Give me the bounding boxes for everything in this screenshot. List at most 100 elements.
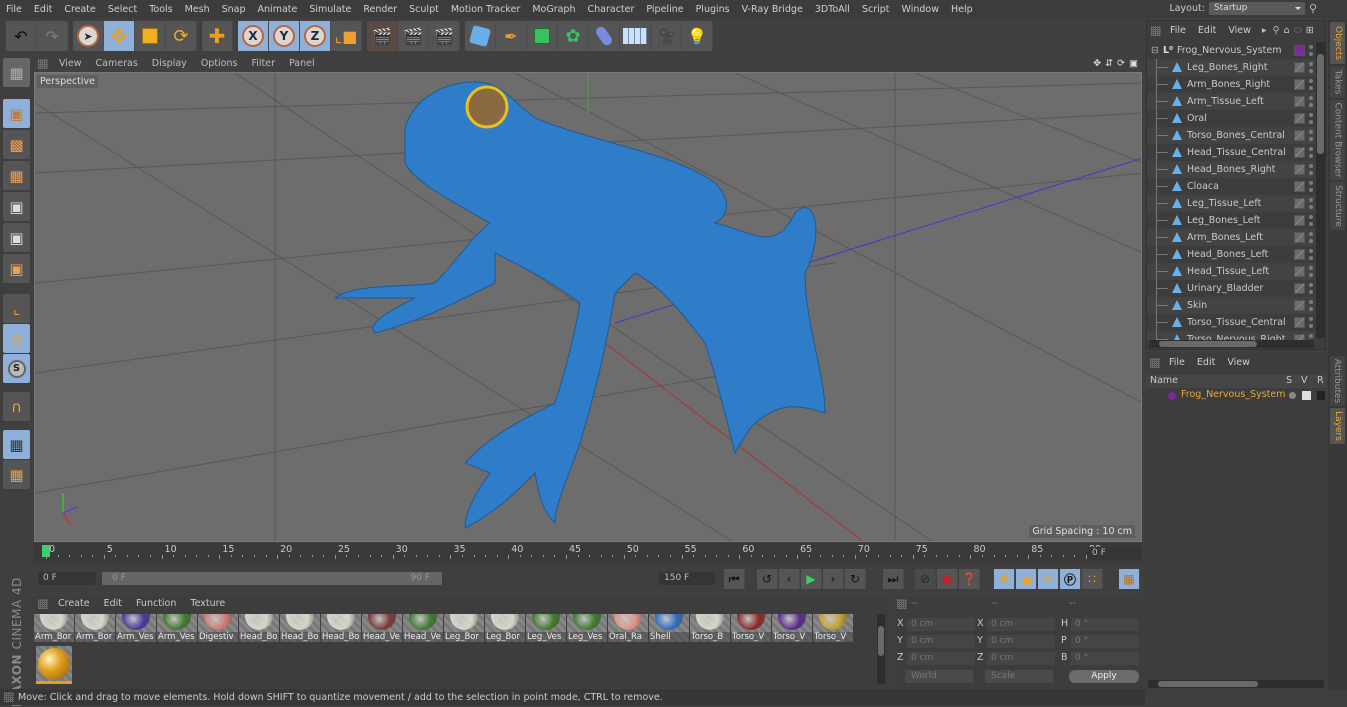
layer-tag-icon[interactable]: [1294, 232, 1305, 243]
menu-file[interactable]: File: [0, 4, 28, 15]
points-mode-button[interactable]: ▣: [3, 192, 30, 221]
menu-script[interactable]: Script: [856, 4, 896, 15]
timeline-ruler[interactable]: 051015202530354045505560657075808590: [34, 543, 1142, 563]
object-row[interactable]: Arm_Tissue_Left: [1147, 93, 1315, 110]
undo-button[interactable]: ↶: [6, 21, 37, 51]
record-scale-button[interactable]: ▣: [1016, 569, 1037, 589]
object-row[interactable]: Leg_Tissue_Left: [1147, 195, 1315, 212]
object-row[interactable]: Torso_Tissue_Central: [1147, 314, 1315, 331]
column-render[interactable]: R: [1317, 375, 1324, 386]
axis-mode-button[interactable]: ⌞: [3, 294, 30, 323]
live-selection-button[interactable]: ➤: [73, 21, 104, 51]
material-swatch[interactable]: Leg_Ves: [526, 614, 566, 642]
editor-visibility-dot[interactable]: [1309, 45, 1313, 49]
layer-tag-icon[interactable]: [1294, 79, 1305, 90]
editor-visibility-dot[interactable]: [1309, 198, 1313, 202]
tab-objects[interactable]: Objects: [1330, 22, 1345, 64]
search-icon[interactable]: ⚲: [1309, 2, 1317, 15]
menu-snap[interactable]: Snap: [216, 4, 252, 15]
layer-menu-view[interactable]: View: [1222, 357, 1257, 368]
solo-button[interactable]: S: [3, 354, 30, 383]
start-frame-field[interactable]: 0 F: [38, 572, 96, 585]
viewport-menu-display[interactable]: Display: [145, 58, 194, 69]
editor-visibility-dot[interactable]: [1309, 96, 1313, 100]
current-frame-field[interactable]: 0 F: [1087, 547, 1142, 560]
material-swatch[interactable]: Head_Bo: [321, 614, 361, 642]
layer-tag-icon[interactable]: [1294, 215, 1305, 226]
subdivision-button[interactable]: [527, 21, 558, 51]
new-panel-icon[interactable]: ⊞: [1306, 25, 1314, 36]
coordinate-field[interactable]: 0 cm: [987, 652, 1055, 665]
layer-tag-icon[interactable]: [1294, 96, 1305, 107]
record-active-objects-button[interactable]: ⊘: [915, 569, 936, 589]
coordinate-field[interactable]: 0 cm: [907, 652, 975, 665]
layer-solo-toggle[interactable]: [1289, 392, 1296, 399]
floor-button[interactable]: [620, 21, 651, 51]
layer-visible-toggle[interactable]: [1302, 391, 1311, 400]
recent-tool-button[interactable]: ✚: [202, 21, 233, 51]
render-visibility-dot[interactable]: [1309, 86, 1313, 90]
object-row[interactable]: Cloaca: [1147, 178, 1315, 195]
coordinate-field[interactable]: 0 cm: [987, 618, 1055, 631]
record-rotation-button[interactable]: ⟳: [1038, 569, 1059, 589]
viewport-menu-view[interactable]: View: [52, 58, 89, 69]
material-swatch[interactable]: Arm_Ves: [116, 614, 156, 642]
layer-tag-icon[interactable]: [1294, 130, 1305, 141]
object-row[interactable]: Leg_Bones_Left: [1147, 212, 1315, 229]
expand-arrow-icon[interactable]: ▸: [1262, 25, 1267, 36]
column-name[interactable]: Name: [1150, 375, 1178, 386]
tab-takes[interactable]: Takes: [1330, 66, 1345, 98]
material-swatch[interactable]: Leg_Ves: [567, 614, 607, 642]
render-visibility-dot[interactable]: [1309, 188, 1313, 192]
layer-tag-icon[interactable]: [1294, 283, 1305, 294]
menu-render[interactable]: Render: [357, 4, 403, 15]
material-swatch[interactable]: Oral_Ra: [608, 614, 648, 642]
object-row[interactable]: Skin: [1147, 297, 1315, 314]
layer-tag-icon[interactable]: [1294, 181, 1305, 192]
cube-button[interactable]: [465, 21, 496, 51]
layer-menu-file[interactable]: File: [1164, 357, 1192, 368]
object-list-vscrollbar[interactable]: [1316, 42, 1325, 338]
editor-visibility-dot[interactable]: [1309, 181, 1313, 185]
workplane-lock-button[interactable]: ▦: [3, 430, 30, 459]
menu-tools[interactable]: Tools: [143, 4, 178, 15]
workplane-align-button[interactable]: ▦: [3, 460, 30, 489]
material-swatch[interactable]: Digestiv: [198, 614, 238, 642]
move-tool-button[interactable]: ✥: [104, 21, 135, 51]
object-menu-file[interactable]: File: [1165, 25, 1193, 36]
editor-visibility-dot[interactable]: [1309, 334, 1313, 338]
z-axis-button[interactable]: Z: [300, 21, 331, 51]
menu-window[interactable]: Window: [896, 4, 945, 15]
coordinate-field[interactable]: 0 °: [1071, 635, 1139, 648]
material-swatch[interactable]: Torso_V: [813, 614, 853, 642]
material-swatch[interactable]: Head_Ve: [362, 614, 402, 642]
render-visibility-dot[interactable]: [1309, 222, 1313, 226]
render-visibility-dot[interactable]: [1309, 273, 1313, 277]
menu-simulate[interactable]: Simulate: [303, 4, 357, 15]
object-row[interactable]: Arm_Bones_Right: [1147, 76, 1315, 93]
menu-sculpt[interactable]: Sculpt: [403, 4, 445, 15]
viewport-menu-filter[interactable]: Filter: [244, 58, 282, 69]
next-keyframe-button[interactable]: ↻: [845, 569, 866, 589]
layout-dropdown[interactable]: Startup: [1208, 2, 1305, 15]
menu-animate[interactable]: Animate: [252, 4, 304, 15]
menu-pipeline[interactable]: Pipeline: [640, 4, 689, 15]
y-axis-button[interactable]: Y: [269, 21, 300, 51]
previous-frame-button[interactable]: ‹: [779, 569, 800, 589]
tweak-mode-button[interactable]: 🖱: [3, 324, 30, 353]
transform-mode-dropdown[interactable]: Scale: [985, 670, 1053, 683]
layer-tag-icon[interactable]: [1294, 113, 1305, 124]
material-swatch[interactable]: Head_Ve: [403, 614, 443, 642]
coordinate-field[interactable]: 0 cm: [907, 618, 975, 631]
goto-start-button[interactable]: ⏮: [724, 569, 745, 589]
panel-grip-icon[interactable]: [1150, 357, 1160, 368]
panel-grip-icon[interactable]: [1151, 25, 1161, 36]
model-mode-button[interactable]: ▣: [3, 99, 30, 128]
render-visibility-dot[interactable]: [1309, 324, 1313, 328]
material-swatch[interactable]: Leg_Bor: [444, 614, 484, 642]
material-menu-create[interactable]: Create: [52, 598, 98, 609]
viewport-menu-cameras[interactable]: Cameras: [89, 58, 145, 69]
object-list-hscrollbar[interactable]: [1149, 340, 1314, 348]
editor-visibility-dot[interactable]: [1309, 79, 1313, 83]
render-visibility-dot[interactable]: [1309, 69, 1313, 73]
